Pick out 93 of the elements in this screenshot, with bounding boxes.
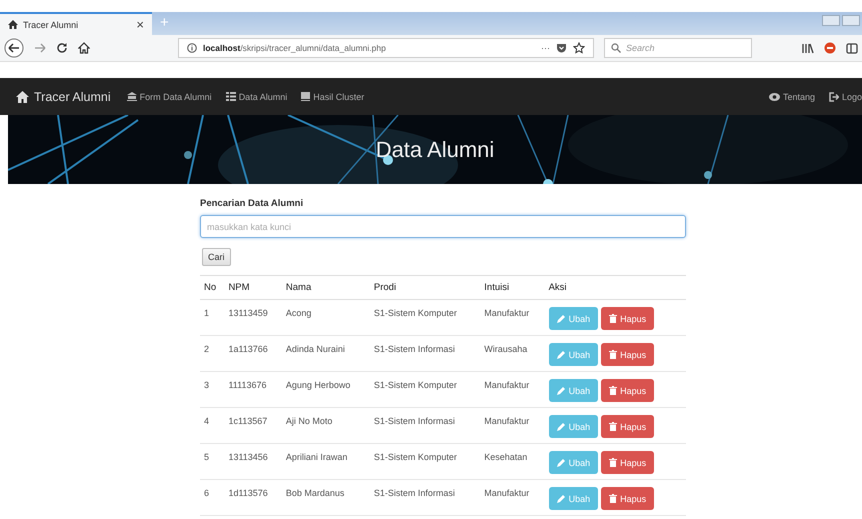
- column-header: Intuisi: [484, 282, 510, 293]
- column-header: Aksi: [548, 282, 567, 293]
- row-number: 3: [204, 380, 210, 390]
- prodi-cell: S1-Sistem Komputer: [374, 380, 457, 390]
- column-header: No: [204, 282, 216, 293]
- prodi-cell: S1-Sistem Informasi: [374, 416, 455, 426]
- npm-cell: 13113459: [228, 308, 268, 318]
- edit-button[interactable]: Ubah: [548, 379, 598, 402]
- column-header: NPM: [228, 282, 250, 293]
- intuisi-cell: Wirausaha: [484, 344, 528, 354]
- column-header: Prodi: [374, 282, 396, 293]
- home-icon[interactable]: [78, 42, 90, 54]
- edit-button[interactable]: Ubah: [548, 415, 598, 438]
- pencil-icon: [556, 422, 566, 431]
- column-header: Nama: [286, 282, 312, 293]
- npm-cell: 13113456: [228, 452, 268, 462]
- search-input[interactable]: masukkan kata kunci: [200, 215, 686, 238]
- delete-button[interactable]: Hapus: [601, 379, 654, 402]
- trash-icon: [609, 494, 618, 503]
- nav-link[interactable]: Tentang: [768, 92, 815, 102]
- trash-icon: [609, 386, 618, 395]
- trash-icon: [609, 350, 618, 359]
- pencil-icon: [556, 494, 566, 503]
- trash-icon: [609, 422, 618, 431]
- search-label: Pencarian Data Alumni: [200, 198, 304, 209]
- nav-link[interactable]: Logo: [828, 92, 862, 102]
- library-icon[interactable]: [802, 42, 814, 54]
- name-cell: Agung Herbowo: [286, 380, 350, 390]
- search-button[interactable]: Cari: [202, 248, 231, 266]
- browser-tab[interactable]: Tracer Alumni ×: [0, 12, 152, 35]
- forward-icon[interactable]: [34, 42, 46, 54]
- nav-link[interactable]: Hasil Cluster: [301, 92, 364, 102]
- intuisi-cell: Manufaktur: [484, 416, 530, 426]
- prodi-cell: S1-Sistem Komputer: [374, 308, 457, 318]
- delete-button[interactable]: Hapus: [601, 451, 654, 474]
- page-title: Data Alumni: [376, 136, 494, 162]
- delete-button[interactable]: Hapus: [601, 487, 654, 510]
- pocket-icon[interactable]: [556, 42, 567, 54]
- delete-button[interactable]: Hapus: [601, 307, 654, 330]
- edit-button[interactable]: Ubah: [548, 487, 598, 510]
- npm-cell: 1a113766: [228, 344, 268, 354]
- trash-icon: [609, 314, 618, 323]
- address-bar[interactable]: localhost/skripsi/tracer_alumni/data_alumni.php ···: [178, 38, 594, 58]
- edit-button[interactable]: Ubah: [548, 451, 598, 474]
- intuisi-cell: Kesehatan: [484, 452, 528, 462]
- row-number: 5: [204, 452, 210, 462]
- brand-link[interactable]: Tracer Alumni: [16, 90, 111, 104]
- row-number: 2: [204, 344, 210, 354]
- book-icon: [301, 92, 310, 101]
- trash-icon: [609, 458, 618, 467]
- prodi-cell: S1-Sistem Informasi: [374, 488, 455, 498]
- intuisi-cell: Manufaktur: [484, 308, 530, 318]
- sidebar-icon[interactable]: [846, 42, 858, 54]
- name-cell: Apriliani Irawan: [286, 452, 348, 462]
- search-field[interactable]: Search: [604, 38, 752, 58]
- npm-cell: 11113676: [228, 380, 266, 390]
- home-icon: [16, 90, 29, 102]
- pencil-icon: [556, 458, 566, 467]
- building-icon: [126, 92, 137, 101]
- name-cell: Adinda Nuraini: [286, 344, 345, 354]
- logout-icon: [828, 92, 839, 102]
- nav-link[interactable]: Data Alumni: [226, 92, 288, 102]
- row-number: 6: [204, 488, 210, 498]
- eye-icon: [768, 92, 780, 100]
- row-number: 4: [204, 416, 210, 426]
- stop-sign-icon[interactable]: [824, 42, 836, 54]
- intuisi-cell: Manufaktur: [484, 380, 530, 390]
- intuisi-cell: Manufaktur: [484, 488, 530, 498]
- pencil-icon: [556, 386, 566, 395]
- row-number: 1: [204, 308, 210, 318]
- close-button[interactable]: ×: [136, 17, 144, 32]
- list-icon: [226, 92, 236, 101]
- home-icon: [8, 20, 18, 29]
- npm-cell: 1d113576: [228, 488, 268, 498]
- search-icon: [611, 43, 621, 53]
- name-cell: Aji No Moto: [286, 416, 332, 426]
- npm-cell: 1c113567: [228, 416, 268, 426]
- info-icon: [187, 43, 197, 53]
- nav-link[interactable]: Form Data Alumni: [126, 92, 212, 102]
- pencil-icon: [556, 314, 566, 323]
- name-cell: Bob Mardanus: [286, 488, 344, 498]
- page-actions-button[interactable]: ···: [541, 43, 550, 53]
- delete-button[interactable]: Hapus: [601, 343, 654, 366]
- edit-button[interactable]: Ubah: [548, 343, 598, 366]
- reload-icon[interactable]: [56, 42, 68, 54]
- delete-button[interactable]: Hapus: [601, 415, 654, 438]
- pencil-icon: [556, 350, 566, 359]
- prodi-cell: S1-Sistem Komputer: [374, 452, 457, 462]
- back-icon[interactable]: [4, 38, 24, 58]
- star-icon[interactable]: [573, 42, 585, 54]
- edit-button[interactable]: Ubah: [548, 307, 598, 330]
- prodi-cell: S1-Sistem Informasi: [374, 344, 455, 354]
- name-cell: Acong: [286, 308, 312, 318]
